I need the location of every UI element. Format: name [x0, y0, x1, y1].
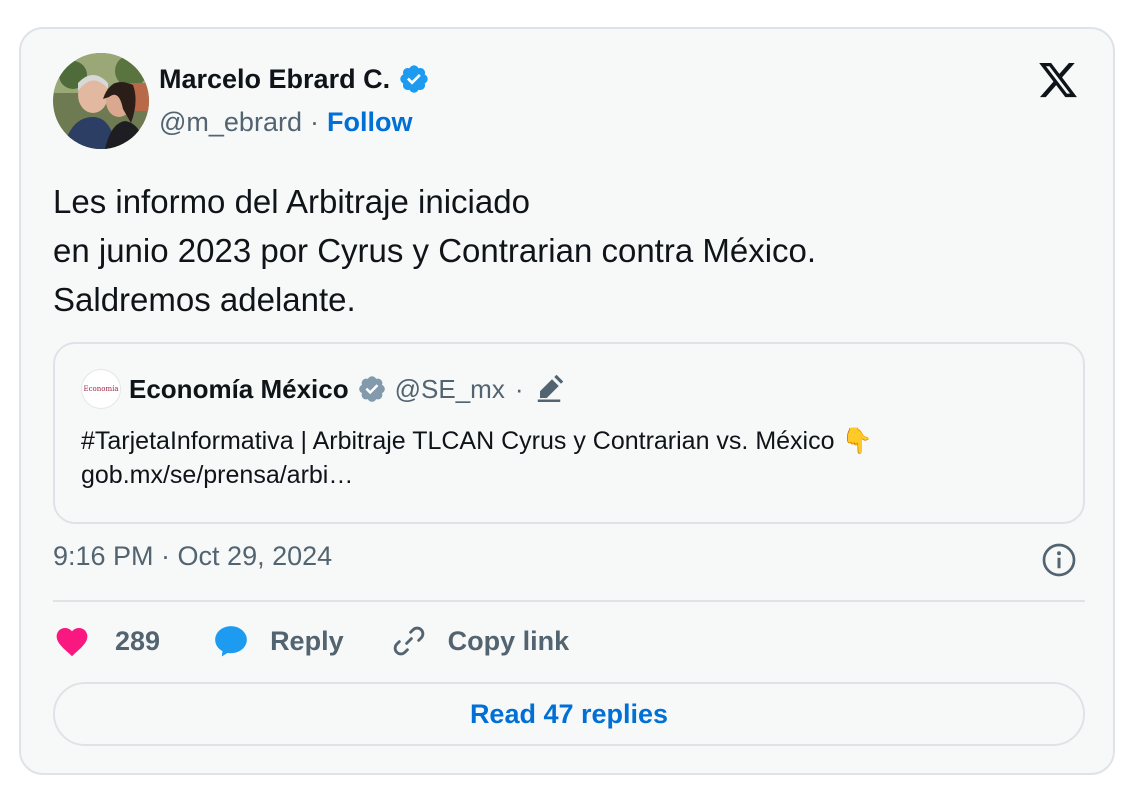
author-name-row: Marcelo Ebrard C. [159, 63, 430, 95]
tweet-text: Les informo del Arbitraje iniciado en ju… [53, 177, 1073, 324]
link-icon [390, 622, 428, 660]
handle-separator: · [309, 107, 319, 137]
tweet-text-line: Les informo del Arbitraje iniciado [53, 183, 530, 220]
follow-button[interactable]: Follow [327, 107, 412, 138]
tweet-actions: 289 Reply Copy link [53, 621, 569, 661]
quoted-tweet-text: #TarjetaInformativa | Arbitraje TLCAN Cy… [81, 424, 1071, 492]
quoted-link-text[interactable]: gob.mx/se/prensa/arbi… [81, 458, 1071, 492]
heart-icon [53, 622, 91, 660]
verified-badge-icon [398, 63, 430, 95]
gray-verified-badge-icon [357, 374, 387, 404]
like-count: 289 [115, 625, 161, 656]
quoted-separator: · [514, 373, 524, 404]
tweet-text-line: en junio 2023 por Cyrus y Contrarian con… [53, 232, 817, 269]
speech-bubble-icon [212, 622, 250, 660]
quoted-tweet-header: Economía Economía México @SE_mx · [81, 369, 564, 409]
read-replies-button[interactable]: Read 47 replies [53, 682, 1085, 746]
info-icon[interactable] [1041, 542, 1077, 578]
quoted-text-line: #TarjetaInformativa | Arbitraje TLCAN Cy… [81, 427, 873, 455]
divider [53, 600, 1085, 602]
reply-button[interactable]: Reply [212, 622, 344, 660]
author-handle-row: @m_ebrard · Follow [159, 107, 412, 138]
copy-link-label: Copy link [447, 625, 570, 656]
copy-link-button[interactable]: Copy link [390, 622, 570, 660]
x-logo-icon[interactable] [1037, 59, 1079, 101]
author-avatar[interactable] [53, 53, 149, 149]
reply-label: Reply [270, 625, 344, 656]
quoted-tweet[interactable]: Economía Economía México @SE_mx · #Tarje… [53, 342, 1085, 524]
pen-icon [534, 374, 564, 404]
author-display-name[interactable]: Marcelo Ebrard C. [159, 64, 390, 95]
quoted-author-avatar[interactable]: Economía [81, 369, 121, 409]
tweet-timestamp[interactable]: 9:16 PM · Oct 29, 2024 [53, 541, 332, 572]
like-button[interactable]: 289 [53, 622, 160, 660]
tweet-text-line: Saldremos adelante. [53, 281, 356, 318]
author-handle[interactable]: @m_ebrard [159, 107, 302, 138]
tweet-card: Marcelo Ebrard C. @m_ebrard · Follow Les… [19, 27, 1115, 775]
quoted-avatar-text: Economía [83, 385, 119, 393]
quoted-display-name[interactable]: Economía México [129, 374, 349, 405]
quoted-handle: @SE_mx [394, 373, 505, 404]
